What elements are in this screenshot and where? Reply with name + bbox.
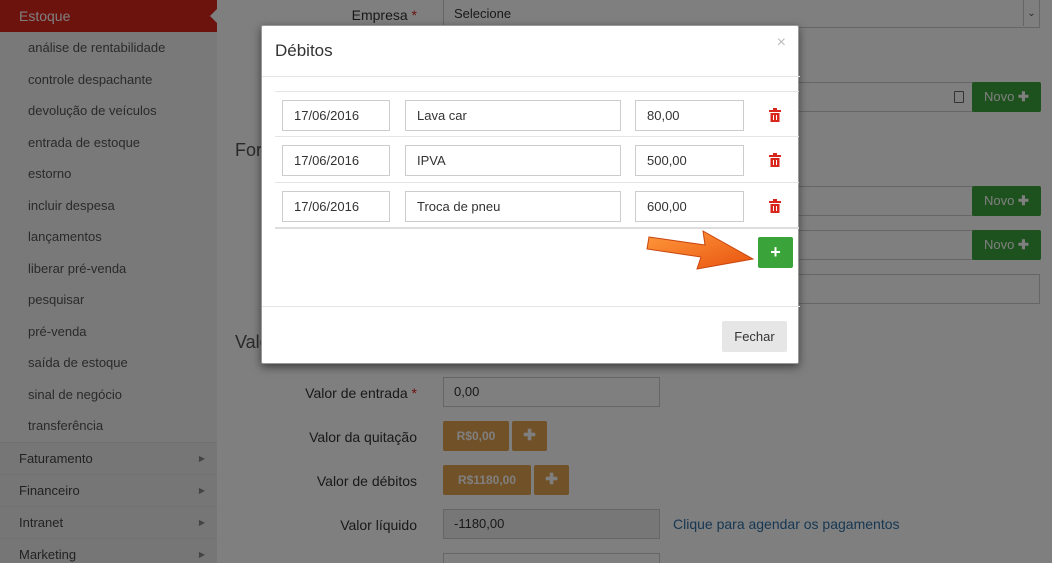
description-input[interactable]: Lava car [405,100,621,131]
trash-icon[interactable] [769,108,781,122]
trash-icon[interactable] [769,153,781,167]
modal-title: Débitos [275,41,333,60]
divider [262,76,800,77]
close-icon[interactable]: × [777,34,786,52]
value-input[interactable]: 80,00 [635,100,744,131]
divider [262,306,800,307]
description-input[interactable]: Troca de pneu [405,191,621,222]
date-input[interactable]: 17/06/2016 [282,191,390,222]
date-input[interactable]: 17/06/2016 [282,145,390,176]
value-input[interactable]: 500,00 [635,145,744,176]
description-input[interactable]: IPVA [405,145,621,176]
date-input[interactable]: 17/06/2016 [282,100,390,131]
debitos-modal: Débitos × 17/06/2016 Lava car 80,00 17/0… [261,25,800,364]
arrow-annotation-icon [646,230,755,270]
trash-icon[interactable] [769,199,781,213]
table-row: 17/06/2016 IPVA 500,00 [275,137,799,183]
add-row-button[interactable]: + [758,237,793,268]
table-row: 17/06/2016 Lava car 80,00 [275,91,799,137]
fechar-button[interactable]: Fechar [722,321,787,352]
